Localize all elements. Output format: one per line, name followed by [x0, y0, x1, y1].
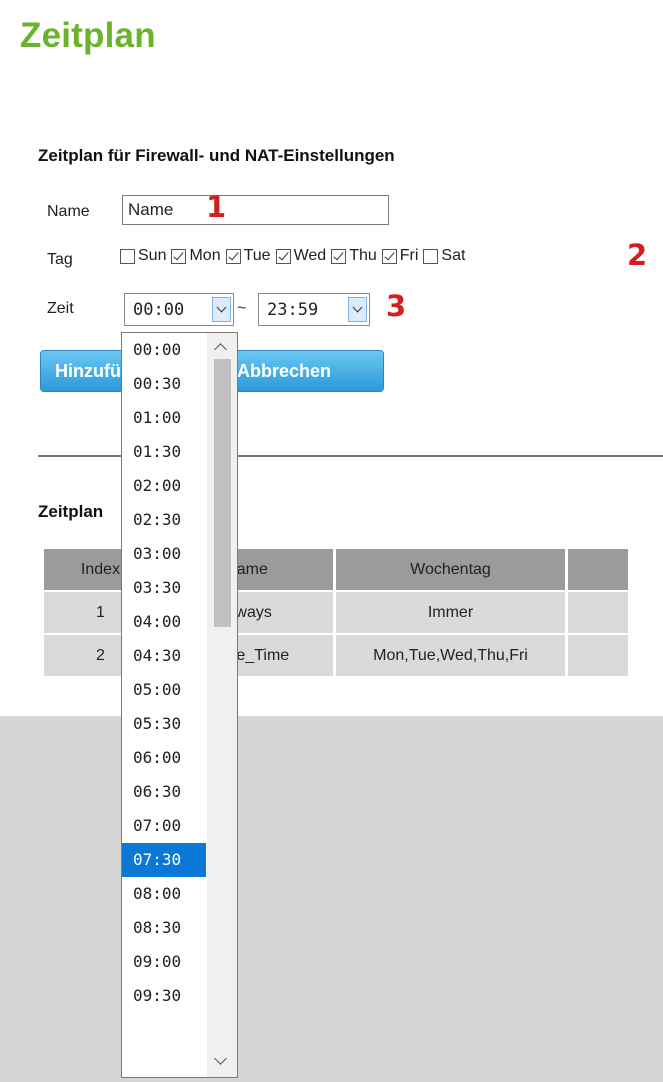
dropdown-option[interactable]: 03:00: [122, 537, 206, 571]
day-label: Fri: [399, 247, 419, 264]
dropdown-option[interactable]: 06:00: [122, 741, 206, 775]
fri-checkbox[interactable]: [381, 248, 397, 264]
cell-weekday: Mon,Tue,Wed,Thu,Fri: [336, 635, 565, 676]
time-to-value: 23:59: [267, 300, 319, 320]
zeit-label: Zeit: [47, 300, 74, 317]
dropdown-option[interactable]: 02:00: [122, 469, 206, 503]
time-from-select[interactable]: 00:00: [124, 293, 234, 326]
dropdown-option[interactable]: 01:30: [122, 435, 206, 469]
day-label: Thu: [349, 247, 377, 264]
page-background-footer: [0, 716, 663, 1082]
page-title: Zeitplan: [20, 16, 156, 55]
sun-checkbox[interactable]: [120, 248, 135, 264]
day-label: Tue: [243, 247, 271, 264]
scroll-down-icon[interactable]: [214, 1052, 227, 1065]
day-thu[interactable]: Thu: [331, 247, 377, 265]
schedule-list-title: Zeitplan: [38, 502, 104, 521]
chevron-down-icon[interactable]: [348, 297, 367, 322]
scrollbar[interactable]: [207, 333, 237, 1077]
day-wed[interactable]: Wed: [275, 247, 327, 265]
column-header: [568, 549, 628, 590]
time-separator: ~: [237, 300, 247, 317]
time-to-select[interactable]: 23:59: [258, 293, 370, 326]
cell-actions: [568, 635, 628, 676]
dropdown-option[interactable]: 07:00: [122, 809, 206, 843]
cell-actions: [568, 592, 628, 633]
annotation-1: 1: [206, 190, 227, 224]
day-label: Sat: [441, 247, 466, 264]
dropdown-option[interactable]: 07:30: [122, 843, 206, 877]
column-header: Wochentag: [336, 549, 565, 590]
section-title: Zeitplan für Firewall- und NAT-Einstellu…: [38, 146, 395, 165]
chevron-down-icon[interactable]: [212, 297, 231, 322]
day-label: Sun: [138, 247, 167, 264]
day-checkboxes: Sun Mon Tue Wed Thu Fri Sat: [120, 247, 470, 265]
scrollbar-thumb[interactable]: [214, 359, 231, 627]
dropdown-option[interactable]: 02:30: [122, 503, 206, 537]
day-sun[interactable]: Sun: [120, 247, 166, 265]
scroll-up-icon[interactable]: [214, 343, 227, 356]
tag-label: Tag: [47, 251, 73, 268]
name-input[interactable]: [122, 195, 389, 225]
wed-checkbox[interactable]: [275, 248, 291, 264]
dropdown-option[interactable]: 03:30: [122, 571, 206, 605]
thu-checkbox[interactable]: [331, 248, 347, 264]
day-mon[interactable]: Mon: [171, 247, 221, 265]
dropdown-option[interactable]: 08:30: [122, 911, 206, 945]
annotation-2: 2: [627, 238, 648, 272]
annotation-3: 3: [386, 289, 407, 323]
day-label: Mon: [189, 247, 221, 264]
mon-checkbox[interactable]: [171, 248, 187, 264]
dropdown-option[interactable]: 06:30: [122, 775, 206, 809]
time-from-value: 00:00: [133, 300, 185, 320]
tue-checkbox[interactable]: [225, 248, 241, 264]
dropdown-option[interactable]: 05:30: [122, 707, 206, 741]
cell-weekday: Immer: [336, 592, 565, 633]
dropdown-option[interactable]: 00:00: [122, 333, 206, 367]
dropdown-option[interactable]: 01:00: [122, 401, 206, 435]
dropdown-option[interactable]: 08:00: [122, 877, 206, 911]
dropdown-option[interactable]: 04:30: [122, 639, 206, 673]
day-fri[interactable]: Fri: [381, 247, 419, 265]
dropdown-option[interactable]: 09:30: [122, 979, 206, 1013]
cancel-button[interactable]: Abbrechen: [222, 350, 384, 392]
time-dropdown-list[interactable]: 00:00 00:30 01:00 01:30 02:00 02:30 03:00 03:30…: [121, 332, 238, 1078]
day-sat[interactable]: Sat: [423, 247, 465, 265]
day-tue[interactable]: Tue: [225, 247, 271, 265]
name-label: Name: [47, 203, 90, 220]
dropdown-option[interactable]: 04:00: [122, 605, 206, 639]
dropdown-option[interactable]: 05:00: [122, 673, 206, 707]
dropdown-option[interactable]: 09:00: [122, 945, 206, 979]
day-label: Wed: [293, 247, 327, 264]
dropdown-option[interactable]: 00:30: [122, 367, 206, 401]
sat-checkbox[interactable]: [423, 248, 439, 264]
